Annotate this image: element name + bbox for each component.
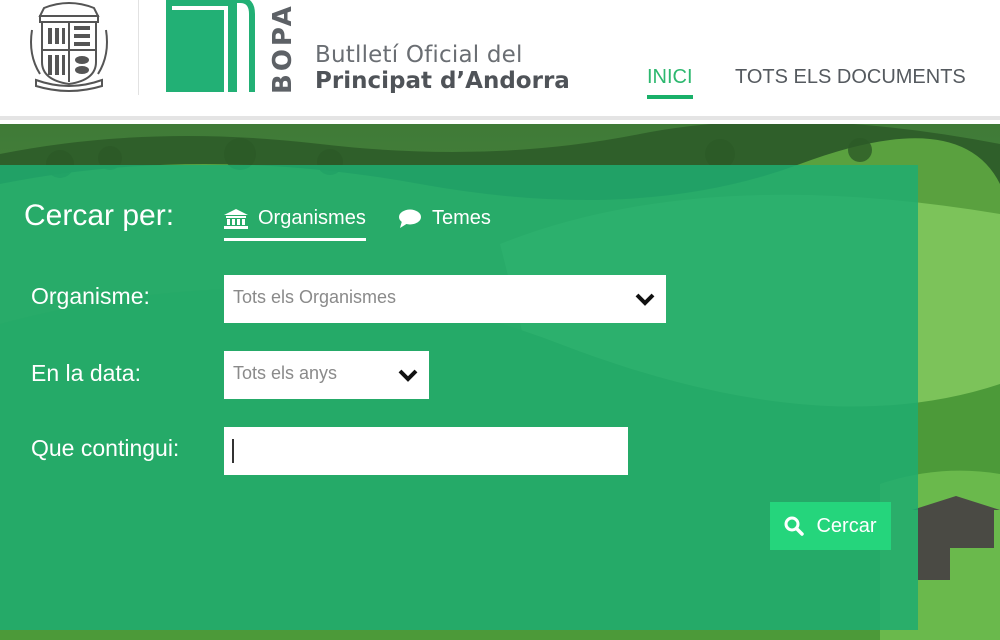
chevron-down-icon — [634, 291, 656, 312]
chevron-down-icon — [397, 367, 419, 388]
bopa-wordmark: BOPA — [262, 0, 300, 95]
text-caret — [232, 439, 234, 463]
bopa-logo[interactable] — [166, 0, 258, 92]
organisme-label: Organisme: — [31, 283, 150, 309]
contingui-input[interactable] — [224, 427, 628, 475]
header-divider — [138, 0, 139, 95]
search-heading: Cercar per: — [24, 199, 175, 232]
data-select[interactable]: Tots els anys — [224, 351, 429, 399]
coat-of-arms-logo[interactable] — [24, 0, 114, 92]
tab-temes-label: Temes — [432, 207, 491, 229]
speech-bubble-icon — [398, 209, 422, 229]
tab-organismes-label: Organismes — [258, 207, 366, 229]
site-header: BOPA Butlletí Oficial del Principat d’An… — [0, 0, 1000, 120]
nav-tots-els-documents[interactable]: TOTS ELS DOCUMENTS — [735, 66, 966, 89]
institution-icon — [224, 208, 248, 229]
search-panel: Cercar per: Organismes Temes Organisme: — [0, 165, 918, 630]
search-button-label: Cercar — [816, 514, 877, 537]
organisme-select[interactable]: Tots els Organismes — [224, 275, 666, 323]
tab-organismes[interactable]: Organismes — [224, 207, 366, 241]
brand-title-line2: Principat d’Andorra — [315, 68, 570, 94]
brand-title-line1: Butlletí Oficial del — [315, 42, 523, 68]
data-select-value: Tots els anys — [233, 363, 338, 383]
organisme-select-value: Tots els Organismes — [233, 287, 397, 307]
search-icon — [784, 516, 805, 536]
data-label: En la data: — [31, 360, 141, 386]
nav-inici[interactable]: INICI — [647, 66, 693, 99]
contingui-label: Que contingui: — [31, 435, 180, 461]
tab-temes[interactable]: Temes — [398, 207, 491, 230]
search-button[interactable]: Cercar — [770, 502, 891, 550]
bopa-wordmark-text: BOPA — [268, 3, 298, 94]
